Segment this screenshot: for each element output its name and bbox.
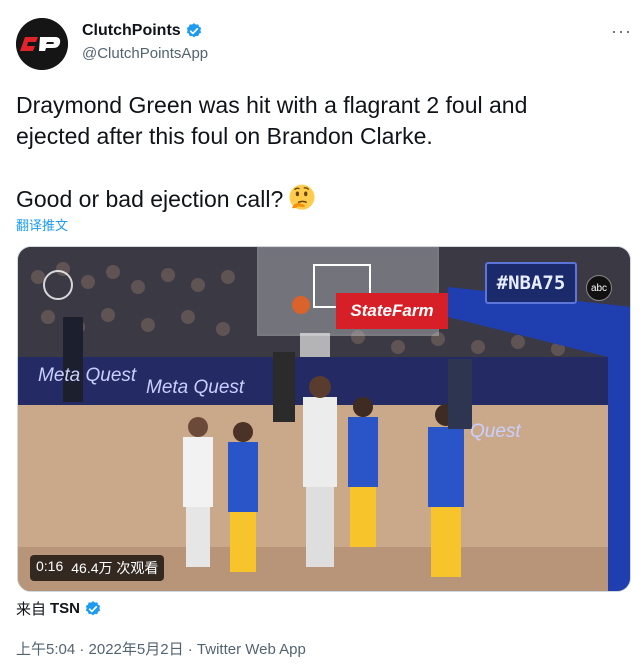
tweet-line-1: Draymond Green was hit with a flagrant 2… <box>16 92 528 118</box>
video-views: 46.4万 次观看 <box>71 560 159 576</box>
network-logo: abc <box>586 275 612 301</box>
tweet-text: Draymond Green was hit with a flagrant 2… <box>16 90 616 215</box>
video-stats-pill: 0:16 46.4万 次观看 <box>30 555 165 581</box>
verified-badge-icon <box>85 600 101 615</box>
ad-text-3: Quest <box>470 421 521 442</box>
scorebug: #NBA75 <box>485 262 577 304</box>
source-prefix: 来自 <box>16 601 47 618</box>
more-options-icon[interactable]: ··· <box>611 22 632 40</box>
video-player[interactable]: StateFarm #NBA75 abc Meta Quest Meta Que… <box>17 246 631 592</box>
video-duration: 0:16 <box>36 558 64 574</box>
avatar[interactable] <box>16 18 68 70</box>
tweet-timestamp[interactable]: 上午5:04 · 2022年5月2日 · Twitter Web App <box>16 638 306 659</box>
tweet-line-3: Good or bad ejection call? <box>16 183 616 215</box>
verified-badge-icon <box>186 23 201 38</box>
user-handle[interactable]: @ClutchPointsApp <box>82 45 208 62</box>
clutchpoints-logo-icon <box>16 18 68 70</box>
tweet-line-2: ejected after this foul on Brandon Clark… <box>16 123 433 149</box>
tweet-question: Good or bad ejection call? <box>16 186 284 212</box>
ad-text-1: Meta Quest <box>38 365 137 386</box>
thinking-face-icon <box>289 184 315 210</box>
ad-text-2: Meta Quest <box>146 377 245 398</box>
sponsor-sign: StateFarm <box>336 293 448 329</box>
source-attribution: 来自 TSN <box>16 598 102 619</box>
source-name[interactable]: TSN <box>50 600 80 617</box>
translate-tweet-link[interactable]: 翻译推文 <box>16 215 68 234</box>
display-name[interactable]: ClutchPoints <box>82 22 181 40</box>
